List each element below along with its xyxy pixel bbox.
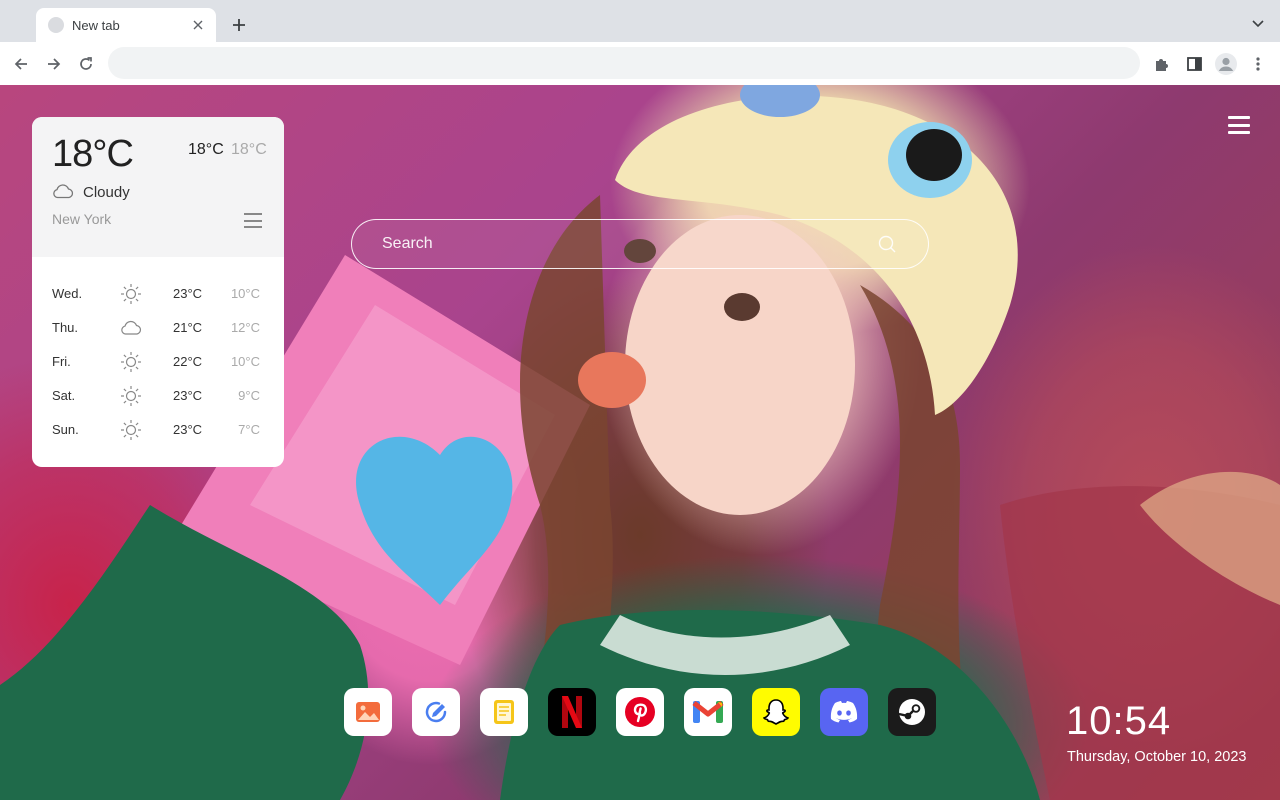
- cloud-icon: [121, 320, 142, 335]
- menu-bar: [1228, 131, 1250, 134]
- photos-icon: [356, 702, 380, 722]
- forecast-low: 12°C: [230, 320, 260, 335]
- tab-favicon-icon: [48, 17, 64, 33]
- forward-button[interactable]: [40, 50, 68, 78]
- weather-condition: Cloudy: [83, 184, 130, 201]
- forecast-high: 23°C: [173, 286, 203, 301]
- page-menu-button[interactable]: [1228, 116, 1250, 134]
- forecast-row: Thu. 21°C 12°C: [32, 311, 284, 345]
- list-bar: [244, 213, 262, 215]
- weather-widget[interactable]: 18°C 18°C 18°C Cloudy New York Wed. 23°C…: [32, 117, 284, 467]
- weather-settings-button[interactable]: [244, 213, 262, 228]
- discord-icon: [830, 701, 858, 723]
- forecast-day: Sun.: [52, 422, 79, 437]
- sun-icon: [121, 420, 141, 440]
- forecast-high: 22°C: [173, 354, 203, 369]
- forward-arrow-icon: [48, 58, 61, 70]
- forecast-low: 7°C: [238, 422, 260, 437]
- current-temperature: 18°C: [52, 133, 134, 175]
- forecast-high: 21°C: [173, 320, 203, 335]
- notes-icon: [494, 700, 514, 724]
- forecast-high: 23°C: [173, 422, 203, 437]
- sun-icon: [121, 284, 141, 304]
- puzzle-icon: [1156, 59, 1168, 71]
- clock-date: Thursday, October 10, 2023: [1067, 749, 1247, 765]
- list-bar: [244, 226, 262, 228]
- tab-title: New tab: [72, 17, 120, 33]
- dock-tasks[interactable]: [412, 688, 460, 736]
- tab-new-tab[interactable]: New tab: [36, 8, 216, 42]
- search-bar: [351, 219, 929, 269]
- dock-pinterest[interactable]: [616, 688, 664, 736]
- address-bar[interactable]: [108, 47, 1140, 79]
- low-temperature: 18°C: [231, 141, 267, 158]
- forecast-day: Thu.: [52, 320, 79, 335]
- forecast-row: Sat. 23°C 9°C: [32, 379, 284, 413]
- sun-icon: [121, 352, 141, 372]
- forecast-day: Sat.: [52, 388, 76, 403]
- profile-button[interactable]: [1212, 50, 1240, 78]
- forecast-row: Wed. 23°C 10°C: [32, 277, 284, 311]
- tab-search-button[interactable]: [1248, 14, 1268, 34]
- extensions-button[interactable]: [1148, 50, 1176, 78]
- plus-icon: [233, 19, 245, 31]
- menu-bar: [1228, 123, 1250, 127]
- cloud-icon: [53, 184, 74, 199]
- dock-discord[interactable]: [820, 688, 868, 736]
- list-bar: [244, 219, 262, 222]
- dock-photos[interactable]: [344, 688, 392, 736]
- side-panel-icon: [1186, 57, 1202, 71]
- sun-icon: [121, 386, 141, 406]
- chevron-down-icon: [1252, 20, 1264, 28]
- high-temperature: 18°C: [188, 141, 224, 158]
- tab-strip: New tab: [0, 0, 1280, 42]
- steam-icon: [898, 699, 925, 725]
- clock-time: 10:54: [1066, 699, 1172, 743]
- forecast-high: 23°C: [173, 388, 203, 403]
- app-dock: [344, 688, 936, 736]
- forecast-day: Fri.: [52, 354, 71, 369]
- forecast-low: 10°C: [230, 354, 260, 369]
- weather-forecast: Wed. 23°C 10°C Thu. 21°C 12°C Fri. 22°C …: [32, 277, 284, 447]
- forecast-row: Fri. 22°C 10°C: [32, 345, 284, 379]
- pinterest-icon: [625, 697, 655, 727]
- tab-close-icon[interactable]: [190, 17, 206, 33]
- new-tab-button[interactable]: [226, 13, 252, 37]
- browser-menu-button[interactable]: [1244, 50, 1272, 78]
- dock-gmail[interactable]: [684, 688, 732, 736]
- side-panel-button[interactable]: [1180, 50, 1208, 78]
- check-pencil-icon: [425, 701, 447, 723]
- back-arrow-icon: [14, 58, 27, 70]
- gmail-icon: [692, 701, 724, 723]
- kebab-menu-icon: [1256, 57, 1260, 71]
- dock-steam[interactable]: [888, 688, 936, 736]
- dock-snapchat[interactable]: [752, 688, 800, 736]
- forecast-day: Wed.: [52, 286, 83, 301]
- new-tab-page: 18°C 18°C 18°C Cloudy New York Wed. 23°C…: [0, 85, 1280, 800]
- forecast-low: 10°C: [230, 286, 260, 301]
- forecast-row: Sun. 23°C 7°C: [32, 413, 284, 447]
- reload-button[interactable]: [72, 50, 100, 78]
- avatar-icon: [1215, 53, 1237, 75]
- search-input[interactable]: [382, 233, 862, 255]
- reload-icon: [80, 57, 92, 70]
- search-icon[interactable]: [876, 233, 898, 255]
- weather-city: New York: [52, 211, 112, 227]
- weather-current: 18°C 18°C 18°C Cloudy New York: [32, 117, 284, 257]
- snapchat-icon: [762, 699, 790, 725]
- forecast-low: 9°C: [238, 388, 260, 403]
- menu-bar: [1228, 116, 1250, 119]
- browser-toolbar: [0, 42, 1280, 85]
- dock-notes[interactable]: [480, 688, 528, 736]
- dock-netflix[interactable]: [548, 688, 596, 736]
- netflix-icon: [562, 696, 582, 728]
- back-button[interactable]: [7, 50, 35, 78]
